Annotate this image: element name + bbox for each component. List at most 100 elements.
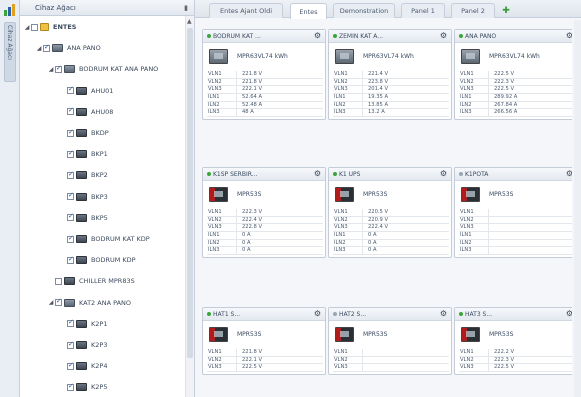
tree-checkbox[interactable]	[67, 128, 74, 137]
measurement-row: VLN1 222.3 V	[207, 209, 323, 217]
tree-checkbox[interactable]	[67, 318, 74, 328]
tree-checkbox[interactable]	[55, 297, 62, 307]
expand-arrow-icon[interactable]: ◢	[47, 66, 55, 73]
settings-gear-icon[interactable]: ⚙	[440, 32, 447, 40]
settings-gear-icon[interactable]: ⚙	[314, 170, 321, 178]
tree-node[interactable]: BODRUM KAT KDP	[59, 232, 150, 246]
device-card[interactable]: HAT1 S... ⚙ MPR53S VLN1 221.8 V VLN2 222.1 V VL…	[202, 307, 326, 376]
device-card[interactable]: BODRUM KAT ... ⚙ MPR63VL74 kWh VLN1 221.8 VV…	[202, 29, 326, 121]
tab-entes-ajant-oldi[interactable]: Entes Ajant Oldi	[209, 3, 283, 18]
measurement-value: 0 A	[368, 232, 377, 239]
add-tab-plus-icon[interactable]: ✚	[499, 3, 513, 18]
measurement-key: VLN2	[459, 216, 489, 224]
measurement-row: VLN3 222.5 V	[459, 364, 572, 373]
tree-checkbox[interactable]	[67, 361, 74, 370]
expand-arrow-icon[interactable]: ◢	[23, 24, 31, 31]
measurement-key: VLN3	[333, 364, 363, 372]
tree-node[interactable]: ◢ ENTES	[23, 20, 76, 34]
pin-icon[interactable]: ▮	[184, 4, 188, 12]
tree-checkbox[interactable]	[43, 43, 50, 52]
tab-panel-1[interactable]: Panel 1	[401, 3, 445, 18]
measurement-value: 222.4 V	[368, 224, 389, 231]
tree-node[interactable]: K2P4	[59, 359, 107, 373]
device-card[interactable]: HAT2 S... ⚙ MPR53S VLN1 VLN2 VLN3	[328, 307, 452, 376]
tree-node[interactable]: K2P3	[59, 338, 107, 352]
tree-node[interactable]: BKP2	[59, 168, 108, 182]
dashboard-scrollbar[interactable]	[574, 20, 581, 397]
measurement-key: VLN1	[459, 349, 489, 356]
scroll-up-arrow-icon[interactable]: ▲	[187, 18, 192, 25]
device-card-title: K1 UPS	[339, 171, 361, 178]
tree-node[interactable]: BKP3	[59, 190, 108, 204]
settings-gear-icon[interactable]: ⚙	[314, 310, 321, 318]
measurement-value: 221.8 V	[242, 349, 263, 355]
device-tree-panel: Cihaz Ağacı ▮ ◢ ENTES ◢ ANA PANO ◢ BODRUM KAT…	[20, 0, 195, 397]
energy-meter-device-icon	[461, 327, 480, 342]
tree-node[interactable]: K2P5	[59, 380, 107, 394]
settings-gear-icon[interactable]: ⚙	[440, 170, 447, 178]
tree-checkbox[interactable]	[55, 64, 62, 73]
measurement-key: VLN3	[207, 364, 237, 372]
tree-node[interactable]: AHU01	[59, 84, 113, 98]
device-card[interactable]: K1POTA ⚙ MPR53S VLN1 VLN2 VLN3 ILN1 ILN2 ILN3	[454, 167, 572, 259]
tab-entes[interactable]: Entes	[290, 3, 327, 19]
measurement-row: ILN1 19.35 A	[333, 94, 449, 102]
tab-demonstration[interactable]: Demonstration	[333, 3, 395, 18]
device-model: MPR53S	[363, 331, 388, 338]
measurement-key: VLN2	[207, 78, 237, 86]
measurement-value	[489, 224, 572, 231]
tree-checkbox[interactable]	[67, 170, 74, 179]
settings-gear-icon[interactable]: ⚙	[566, 310, 572, 318]
measurement-row: VLN1	[333, 349, 449, 357]
tree-node-label: K2P1	[91, 319, 108, 328]
tree-node[interactable]: ◢ BODRUM KAT ANA PANO	[47, 62, 158, 76]
tree-node[interactable]: BKP5	[59, 211, 108, 225]
tree-checkbox[interactable]	[67, 340, 74, 349]
settings-gear-icon[interactable]: ⚙	[314, 32, 321, 40]
tree-node[interactable]: CHILLER MPR83S	[47, 274, 135, 288]
device-tree-side-tab-label: Cihaz Ağacı	[6, 25, 13, 60]
tree-node[interactable]: BKP1	[59, 147, 108, 161]
tree-node[interactable]: AHU08	[59, 105, 113, 119]
scrollbar-thumb[interactable]	[187, 28, 193, 358]
tree-node[interactable]: BODRUM KDP	[59, 253, 136, 267]
measurement-table: VLN1 222.3 V VLN2 222.4 V VLN3 222.8 V ILN1 0 A…	[207, 209, 323, 256]
measurement-value: 267.84 A	[494, 101, 518, 108]
tree-checkbox[interactable]	[67, 106, 74, 116]
tree-checkbox[interactable]	[67, 149, 74, 158]
tree-checkbox[interactable]	[67, 382, 74, 391]
tree-node[interactable]: K2P1	[59, 317, 107, 331]
tree-checkbox[interactable]	[67, 234, 74, 243]
tab-panel-2[interactable]: Panel 2	[451, 3, 495, 18]
tree-checkbox[interactable]	[55, 277, 62, 285]
tree-checkbox[interactable]	[67, 85, 74, 95]
device-card-title: ZEMIN KAT A...	[339, 33, 384, 40]
tree-node[interactable]: ◢ ANA PANO	[35, 41, 101, 55]
settings-gear-icon[interactable]: ⚙	[566, 32, 572, 40]
device-card[interactable]: ZEMIN KAT A... ⚙ MPR63VL74 kWh VLN1 221.4 VV…	[328, 29, 452, 121]
expand-arrow-icon[interactable]: ◢	[47, 299, 55, 306]
device-card[interactable]: HAT3 S... ⚙ MPR53S VLN1 222.2 V VLN2 222.3 V VL…	[454, 307, 572, 376]
device-tree-scrollbar[interactable]: ▲	[185, 16, 194, 397]
device-card[interactable]: K1 UPS ⚙ MPR53S VLN1 220.5 V VLN2 220.9 V VLN3 2…	[328, 167, 452, 259]
device-tree-side-tab[interactable]: Cihaz Ağacı	[4, 22, 16, 82]
tree-node[interactable]: BKDP	[59, 126, 109, 140]
meter-device-icon	[76, 213, 87, 222]
tree-checkbox[interactable]	[31, 23, 38, 31]
settings-gear-icon[interactable]: ⚙	[566, 170, 572, 178]
tree-checkbox[interactable]	[67, 191, 74, 201]
measurement-value: 0 A	[242, 232, 251, 239]
measurement-value: 52.64 A	[242, 94, 263, 101]
device-card[interactable]: ANA PANO ⚙ MPR63VL74 kWh VLN1 222.5 V VLN2 222…	[454, 29, 572, 121]
measurement-row: ILN3 0 A	[333, 247, 449, 256]
measurement-value: 222.5 V	[494, 86, 515, 93]
device-model: MPR53S	[489, 331, 514, 338]
status-dot-icon	[333, 172, 337, 176]
tree-node[interactable]: ◢ KAT2 ANA PANO	[47, 296, 131, 310]
settings-gear-icon[interactable]: ⚙	[440, 310, 447, 318]
device-card[interactable]: K1SP SERBIR... ⚙ MPR53S VLN1 222.3 V VLN2 222.…	[202, 167, 326, 259]
measurement-value: 221.8 V	[242, 78, 263, 85]
expand-arrow-icon[interactable]: ◢	[35, 45, 43, 52]
tree-checkbox[interactable]	[67, 255, 74, 264]
tree-checkbox[interactable]	[67, 212, 74, 222]
